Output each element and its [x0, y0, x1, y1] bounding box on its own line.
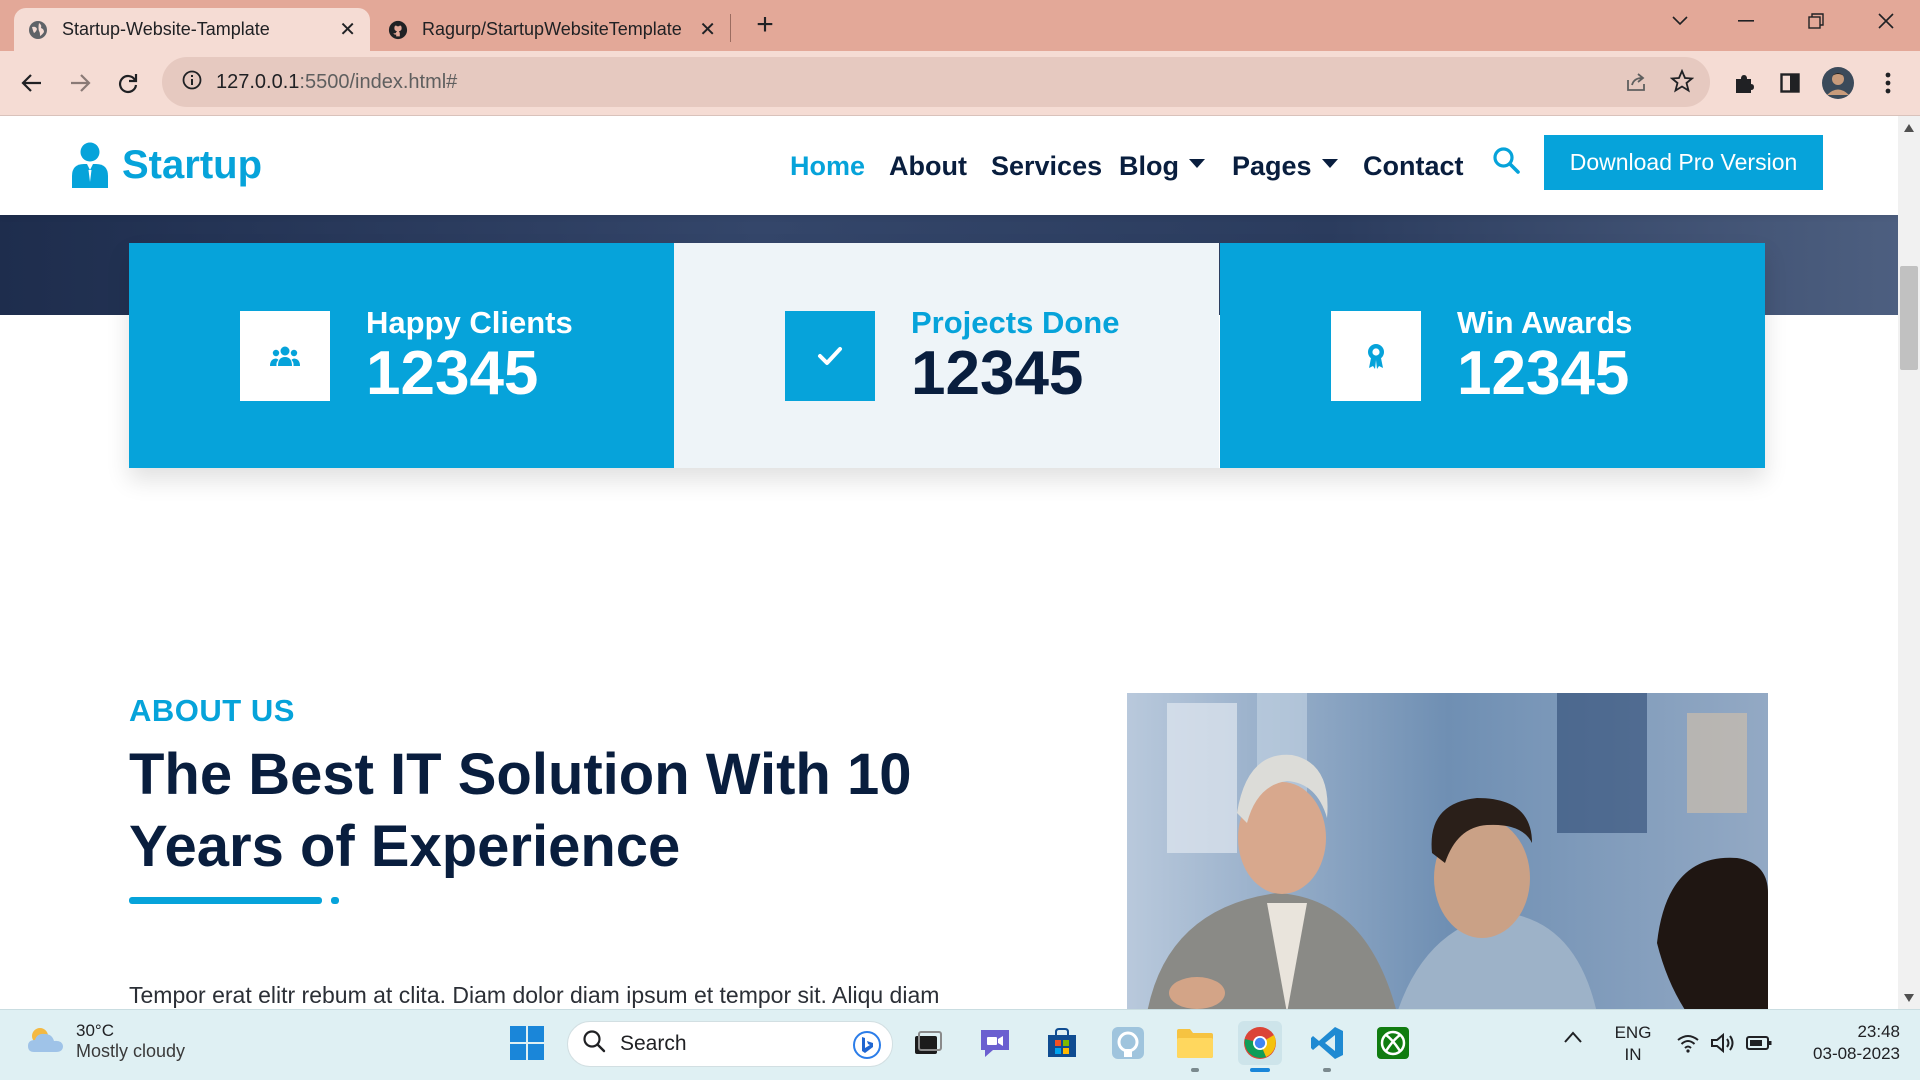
- nav-services[interactable]: Services: [991, 144, 1102, 188]
- fact-value: 12345: [366, 338, 539, 408]
- search-icon: [582, 1029, 606, 1059]
- scrollbar-thumb[interactable]: [1900, 266, 1918, 370]
- side-panel-icon[interactable]: [1770, 63, 1810, 103]
- teams-chat-icon[interactable]: [973, 1021, 1017, 1065]
- title-underline-dot: [331, 897, 339, 904]
- about-kicker: ABOUT US: [129, 693, 295, 728]
- show-hidden-icons[interactable]: [1564, 1030, 1582, 1048]
- nav-pages[interactable]: Pages: [1232, 144, 1338, 188]
- microsoft-store-icon[interactable]: [1040, 1021, 1084, 1065]
- taskbar-search[interactable]: Search: [567, 1021, 893, 1067]
- file-explorer-icon[interactable]: [1173, 1021, 1217, 1065]
- about-body: Tempor erat elitr rebum at clita. Diam d…: [129, 982, 940, 1008]
- check-icon: [785, 310, 875, 401]
- about-title: The Best IT Solution With 10 Years of Ex…: [129, 742, 912, 879]
- windows-start-icon[interactable]: [505, 1021, 549, 1065]
- title-underline: [129, 897, 322, 904]
- volume-icon[interactable]: [1710, 1032, 1736, 1059]
- download-pro-button[interactable]: Download Pro Version: [1544, 135, 1823, 190]
- tab-startup-website[interactable]: Startup-Website-Tamplate ✕: [14, 8, 370, 51]
- tab-separator: [730, 14, 731, 42]
- site-info-icon[interactable]: [182, 70, 202, 95]
- menu-kebab-icon[interactable]: [1868, 63, 1908, 103]
- globe-icon: [28, 20, 48, 40]
- user-icon: [72, 142, 108, 188]
- nav-blog-label: Blog: [1119, 150, 1179, 181]
- region-code: IN: [1624, 1045, 1642, 1064]
- active-indicator: [1250, 1068, 1270, 1072]
- nav-pages-label: Pages: [1232, 150, 1312, 181]
- close-icon[interactable]: ✕: [339, 17, 356, 42]
- brand-name: Startup: [122, 142, 262, 187]
- bookmark-star-icon[interactable]: [1669, 68, 1695, 98]
- weather-widget[interactable]: 30°C Mostly cloudy: [26, 1021, 185, 1062]
- fact-win-awards: Win Awards 12345: [1220, 243, 1765, 468]
- nav-home[interactable]: Home: [790, 144, 865, 188]
- battery-icon[interactable]: [1746, 1035, 1772, 1056]
- weather-desc: Mostly cloudy: [76, 1041, 186, 1061]
- search-icon[interactable]: [1492, 146, 1532, 186]
- minimize-button[interactable]: [1716, 0, 1776, 42]
- fact-projects-done: Projects Done 12345: [674, 243, 1219, 468]
- bing-icon[interactable]: [852, 1030, 882, 1066]
- tab-title: Startup-Website-Tamplate: [62, 19, 270, 39]
- page-scrollbar[interactable]: [1898, 116, 1920, 1009]
- vscode-icon[interactable]: [1305, 1021, 1349, 1065]
- extensions-icon[interactable]: [1724, 63, 1764, 103]
- browser-toolbar: 127.0.0.1:5500/index.html#: [0, 51, 1920, 116]
- lang-code: ENG: [1614, 1023, 1652, 1042]
- about-image: [1127, 693, 1768, 1009]
- xbox-icon[interactable]: [1371, 1021, 1415, 1065]
- award-icon: [1331, 310, 1421, 401]
- share-icon[interactable]: [1624, 70, 1648, 99]
- tab-github-repo[interactable]: Ragurp/StartupWebsiteTemplate ✕: [374, 8, 730, 51]
- site-navbar: Startup Home About Services Blog Pages C…: [0, 116, 1898, 215]
- url-text: 127.0.0.1:5500/index.html#: [216, 70, 458, 93]
- time-text: 23:48: [1857, 1022, 1900, 1041]
- cloud-icon: [26, 1024, 66, 1059]
- weather-temp: 30°C: [76, 1021, 114, 1040]
- close-window-button[interactable]: [1856, 0, 1916, 42]
- page-viewport: Startup Home About Services Blog Pages C…: [0, 116, 1898, 1009]
- clock[interactable]: 23:48 03-08-2023: [1790, 1021, 1900, 1065]
- tab-title: Ragurp/StartupWebsiteTemplate: [422, 19, 682, 39]
- date-text: 03-08-2023: [1813, 1044, 1900, 1063]
- wifi-icon[interactable]: [1676, 1033, 1700, 1058]
- nav-about[interactable]: About: [889, 144, 967, 188]
- restore-button[interactable]: [1786, 0, 1846, 42]
- chrome-icon[interactable]: [1238, 1021, 1282, 1065]
- language-indicator[interactable]: ENG IN: [1610, 1022, 1656, 1066]
- close-icon[interactable]: ✕: [699, 17, 716, 42]
- profile-avatar[interactable]: [1818, 63, 1858, 103]
- site-logo[interactable]: Startup: [70, 134, 262, 196]
- running-indicator: [1323, 1068, 1331, 1072]
- app-icon[interactable]: [1106, 1021, 1150, 1065]
- search-placeholder: Search: [620, 1032, 687, 1055]
- fact-label: Projects Done: [911, 304, 1120, 340]
- nav-contact[interactable]: Contact: [1363, 144, 1464, 188]
- fact-value: 12345: [1457, 338, 1630, 408]
- nav-blog[interactable]: Blog: [1119, 144, 1205, 188]
- fact-value: 12345: [911, 338, 1084, 408]
- reload-button[interactable]: [108, 63, 148, 103]
- users-icon: [240, 310, 330, 401]
- address-bar[interactable]: 127.0.0.1:5500/index.html#: [162, 57, 1710, 107]
- fact-label: Happy Clients: [366, 304, 573, 340]
- fact-happy-clients: Happy Clients 12345: [129, 243, 674, 468]
- forward-button[interactable]: [60, 63, 100, 103]
- new-tab-button[interactable]: +: [748, 8, 782, 42]
- tab-search-icon[interactable]: [1650, 0, 1710, 42]
- fact-label: Win Awards: [1457, 304, 1633, 340]
- task-view-icon[interactable]: [906, 1021, 950, 1065]
- back-button[interactable]: [12, 63, 52, 103]
- caret-down-icon: [1321, 158, 1338, 168]
- caret-down-icon: [1189, 158, 1205, 168]
- github-icon: [388, 20, 408, 40]
- running-indicator: [1191, 1068, 1199, 1072]
